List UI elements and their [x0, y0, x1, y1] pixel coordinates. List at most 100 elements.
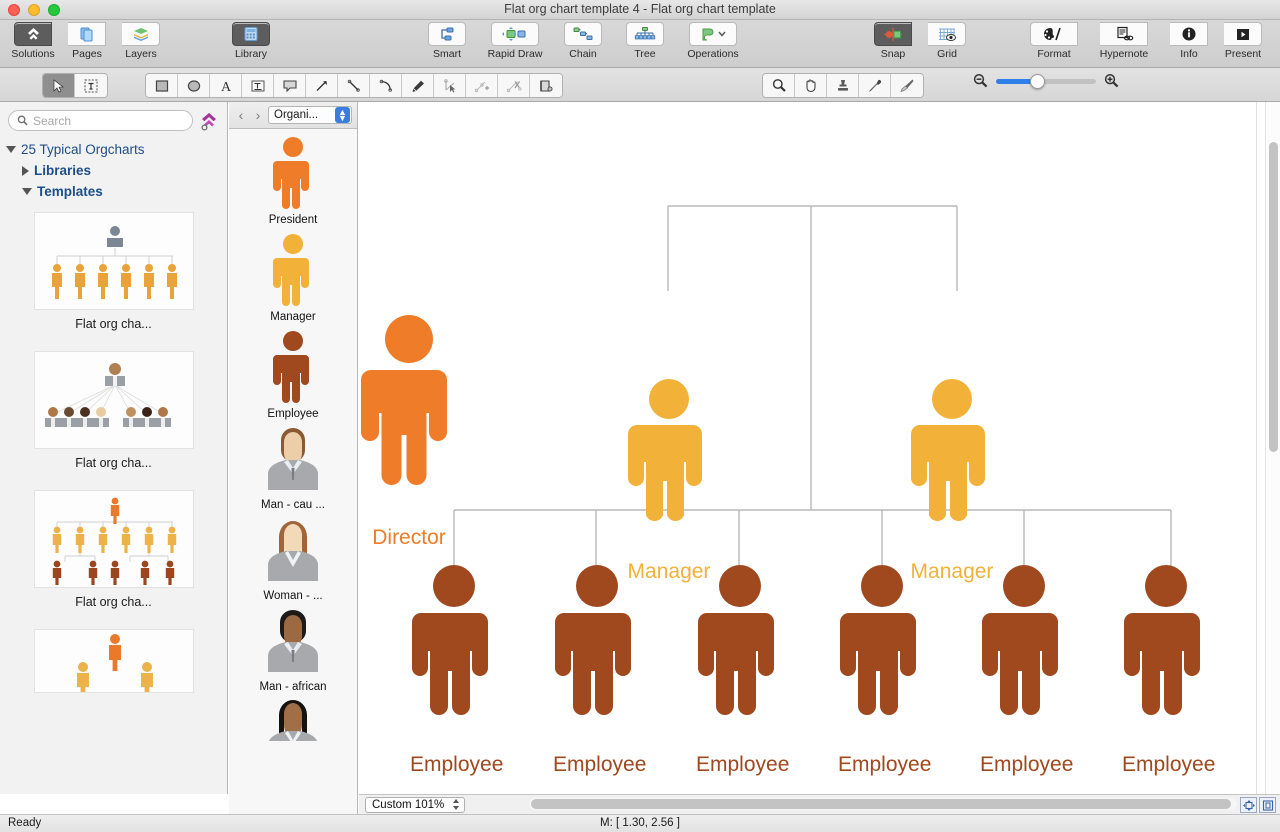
- employee-pictogram[interactable]: [553, 564, 641, 746]
- toolbar-button-pages[interactable]: Pages: [60, 22, 114, 60]
- eyedropper-tool[interactable]: [859, 74, 891, 97]
- line-tool[interactable]: [338, 74, 370, 97]
- template-thumbnail[interactable]: [33, 490, 194, 588]
- vertical-scroll-thumb[interactable]: [1269, 142, 1278, 452]
- text-tool[interactable]: A: [210, 74, 242, 97]
- toolbar-button-hypernote[interactable]: Hypernote: [1086, 22, 1162, 60]
- solution-park-icon[interactable]: [199, 111, 219, 131]
- manager-pictogram[interactable]: [627, 378, 711, 553]
- template-item[interactable]: Flat org cha...: [0, 212, 227, 331]
- node-manager-left[interactable]: Manager: [627, 378, 711, 584]
- library-item-woman-african[interactable]: [229, 699, 357, 741]
- canvas-page[interactable]: Director Manager Manager Employee Employ…: [359, 102, 1257, 794]
- zoom-in-icon[interactable]: [1103, 73, 1120, 89]
- library-item-man-african[interactable]: Man - african: [229, 608, 357, 693]
- chevron-down-icon[interactable]: [22, 188, 32, 195]
- chevron-left-icon[interactable]: ‹: [234, 107, 248, 123]
- pen-tool[interactable]: [402, 74, 434, 97]
- delete-point-tool[interactable]: [498, 74, 530, 97]
- node-employee-5[interactable]: Employee: [980, 564, 1073, 777]
- manager-pictogram[interactable]: [910, 378, 994, 553]
- chevron-right-icon[interactable]: [22, 165, 29, 176]
- toolbar-button-library[interactable]: Library: [224, 22, 278, 60]
- template-thumbnail[interactable]: [33, 629, 194, 693]
- toolbar-button-format[interactable]: Format: [1022, 22, 1086, 60]
- canvas-vertical-scrollbar[interactable]: [1265, 102, 1280, 794]
- zoom-out-icon[interactable]: [972, 73, 989, 89]
- portrait-woman-caucasian-icon: [268, 521, 318, 581]
- employee-pictogram[interactable]: [838, 564, 926, 746]
- text-block-tool[interactable]: [242, 74, 274, 97]
- horizontal-scroll-thumb[interactable]: [531, 799, 1231, 809]
- node-employee-4[interactable]: Employee: [838, 564, 931, 777]
- search-input[interactable]: Search: [8, 110, 193, 131]
- template-thumbnail[interactable]: [33, 212, 194, 310]
- toolbar-button-present[interactable]: Present: [1216, 22, 1270, 60]
- library-item-woman-caucasian[interactable]: Woman - ...: [229, 517, 357, 602]
- director-pictogram[interactable]: [359, 314, 459, 519]
- template-item[interactable]: Flat org cha...: [0, 351, 227, 470]
- library-item-label: Employee: [267, 408, 319, 420]
- smart-connector-icon: [428, 22, 466, 46]
- employee-pictogram[interactable]: [696, 564, 784, 746]
- stepper-icon[interactable]: [452, 798, 460, 811]
- fit-page-icon[interactable]: [1240, 797, 1257, 813]
- toolbar-button-info[interactable]: Info: [1162, 22, 1216, 60]
- edit-points-tool[interactable]: [434, 74, 466, 97]
- zoom-tool[interactable]: [763, 74, 795, 97]
- employee-pictogram[interactable]: [980, 564, 1068, 746]
- crop-tool[interactable]: [530, 74, 562, 97]
- library-item-label: Manager: [270, 311, 316, 323]
- toolbar-button-rapid-draw[interactable]: Rapid Draw: [482, 22, 548, 60]
- node-manager-right[interactable]: Manager: [910, 378, 994, 584]
- curve-tool[interactable]: [370, 74, 402, 97]
- rectangle-tool[interactable]: [146, 74, 178, 97]
- node-employee-6[interactable]: Employee: [1122, 564, 1215, 777]
- library-item-man-caucasian[interactable]: Man - cau ...: [229, 426, 357, 511]
- pages-icon: [68, 22, 106, 46]
- pointer-tool[interactable]: [43, 74, 75, 97]
- library-item-employee[interactable]: Employee: [229, 329, 357, 420]
- toolbar-button-tree[interactable]: Tree: [618, 22, 672, 60]
- node-employee-3[interactable]: Employee: [696, 564, 789, 777]
- hand-tool[interactable]: [795, 74, 827, 97]
- callout-tool[interactable]: [274, 74, 306, 97]
- node-employee-2[interactable]: Employee: [553, 564, 646, 777]
- library-select[interactable]: Organi... ▲ ▼: [268, 106, 352, 124]
- ellipse-tool[interactable]: [178, 74, 210, 97]
- arrow-tool[interactable]: [306, 74, 338, 97]
- stepper-icon[interactable]: ▲ ▼: [335, 107, 350, 123]
- tree-item-libraries[interactable]: Libraries: [6, 160, 227, 181]
- zoom-slider[interactable]: [996, 73, 1096, 89]
- drawing-canvas[interactable]: Director Manager Manager Employee Employ…: [359, 102, 1280, 794]
- main-toolbar: Solutions Pages Layers Library Smart Rap…: [0, 20, 1280, 68]
- toolbar-button-smart[interactable]: Smart: [420, 22, 474, 60]
- template-item[interactable]: [0, 629, 227, 693]
- employee-pictogram[interactable]: [410, 564, 498, 746]
- chevron-right-icon[interactable]: ›: [251, 107, 265, 123]
- zoom-level-select[interactable]: Custom 101%: [365, 796, 466, 813]
- toolbar-button-layers[interactable]: Layers: [114, 22, 168, 60]
- text-select-tool[interactable]: [75, 74, 107, 97]
- stamp-tool[interactable]: [827, 74, 859, 97]
- tree-item-orgcharts[interactable]: 25 Typical Orgcharts: [6, 139, 227, 160]
- toolbar-button-operations[interactable]: Operations: [680, 22, 746, 60]
- add-point-tool[interactable]: [466, 74, 498, 97]
- template-thumbnail[interactable]: [33, 351, 194, 449]
- tree-item-templates[interactable]: Templates: [6, 181, 227, 202]
- library-item-president[interactable]: President: [229, 135, 357, 226]
- toolbar-button-grid[interactable]: Grid: [920, 22, 974, 60]
- node-employee-1[interactable]: Employee: [410, 564, 503, 777]
- paint-brush-tool[interactable]: [891, 74, 923, 97]
- canvas-horizontal-scrollbar[interactable]: [529, 798, 1237, 810]
- toolbar-button-solutions[interactable]: Solutions: [6, 22, 60, 60]
- page-view-icon[interactable]: [1259, 797, 1276, 813]
- template-item[interactable]: Flat org cha...: [0, 490, 227, 609]
- zoom-slider-knob[interactable]: [1030, 73, 1045, 89]
- employee-pictogram[interactable]: [1122, 564, 1210, 746]
- chevron-down-icon[interactable]: [6, 146, 16, 153]
- toolbar-button-chain[interactable]: Chain: [556, 22, 610, 60]
- zoom-control[interactable]: [972, 73, 1120, 89]
- toolbar-button-snap[interactable]: Snap: [866, 22, 920, 60]
- library-item-manager[interactable]: Manager: [229, 232, 357, 323]
